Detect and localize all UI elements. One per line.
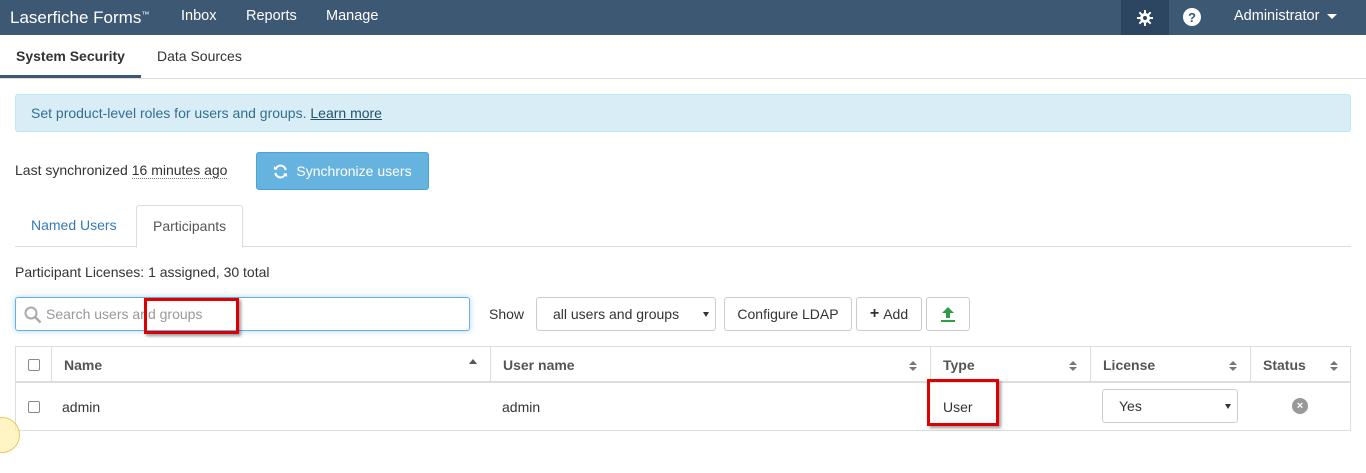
alert-text: Set product-level roles for users and gr…	[31, 105, 311, 121]
top-navbar: Laserfiche Forms™ Inbox Reports Manage ?…	[0, 0, 1366, 35]
nav-reports[interactable]: Reports	[246, 8, 297, 24]
show-label: Show	[489, 306, 525, 322]
subtab-system-security[interactable]: System Security	[16, 48, 125, 64]
settings-gear-button[interactable]	[1121, 0, 1169, 35]
sort-icon	[1229, 361, 1237, 371]
column-header-username[interactable]: User name	[491, 347, 931, 383]
column-header-status[interactable]: Status	[1251, 347, 1351, 383]
select-all-header	[16, 347, 52, 383]
chevron-down-icon	[1327, 13, 1338, 19]
chevron-down-icon	[1225, 404, 1231, 409]
highlight-box-search	[144, 298, 239, 334]
highlight-box-type	[927, 379, 999, 426]
info-alert: Set product-level roles for users and gr…	[15, 94, 1351, 132]
user-name: Administrator	[1234, 8, 1320, 24]
chevron-down-icon	[703, 312, 709, 317]
license-select[interactable]: Yes	[1102, 389, 1238, 423]
upload-button[interactable]	[926, 297, 970, 331]
search-box	[15, 297, 470, 331]
tab-named-users[interactable]: Named Users	[15, 205, 133, 247]
sort-asc-icon	[469, 359, 477, 364]
column-header-type[interactable]: Type	[931, 347, 1091, 383]
user-menu[interactable]: Administrator	[1234, 8, 1338, 24]
nav-manage[interactable]: Manage	[326, 8, 378, 24]
participant-licenses: Participant Licenses: 1 assigned, 30 tot…	[15, 264, 270, 280]
configure-ldap-button[interactable]: Configure LDAP	[724, 297, 852, 331]
cell-username: admin	[502, 399, 541, 415]
nav-inbox[interactable]: Inbox	[181, 8, 216, 24]
brand-logo[interactable]: Laserfiche Forms™	[0, 8, 170, 28]
gear-icon	[1137, 9, 1153, 26]
sync-time: 16 minutes ago	[131, 162, 228, 179]
select-all-checkbox[interactable]	[28, 359, 40, 371]
active-subtab-indicator	[0, 75, 141, 78]
help-icon[interactable]: ?	[1183, 8, 1201, 26]
cell-name: admin	[62, 399, 101, 415]
sort-icon	[909, 361, 917, 371]
row-checkbox[interactable]	[28, 401, 40, 413]
plus-icon: +	[869, 305, 880, 322]
add-button[interactable]: + Add	[856, 297, 922, 331]
sub-navbar: System Security Data Sources	[0, 35, 1366, 79]
refresh-icon	[274, 164, 288, 178]
subtab-data-sources[interactable]: Data Sources	[157, 48, 242, 64]
upload-icon	[941, 307, 955, 322]
search-input[interactable]	[46, 299, 461, 329]
sort-icon	[1069, 361, 1077, 371]
column-header-license[interactable]: License	[1091, 347, 1251, 383]
sort-icon	[1330, 361, 1338, 371]
synchronize-users-button[interactable]: Synchronize users	[256, 152, 429, 190]
search-icon	[24, 306, 42, 324]
user-tabs: Named Users Participants	[15, 205, 1351, 248]
show-filter-select[interactable]: all users and groups	[536, 297, 716, 331]
last-synchronized: Last synchronized 16 minutes ago	[15, 162, 228, 179]
learn-more-link[interactable]: Learn more	[310, 105, 382, 121]
column-header-name[interactable]: Name	[52, 347, 491, 383]
tab-participants[interactable]: Participants	[136, 205, 244, 248]
remove-icon[interactable]: ×	[1292, 398, 1308, 414]
